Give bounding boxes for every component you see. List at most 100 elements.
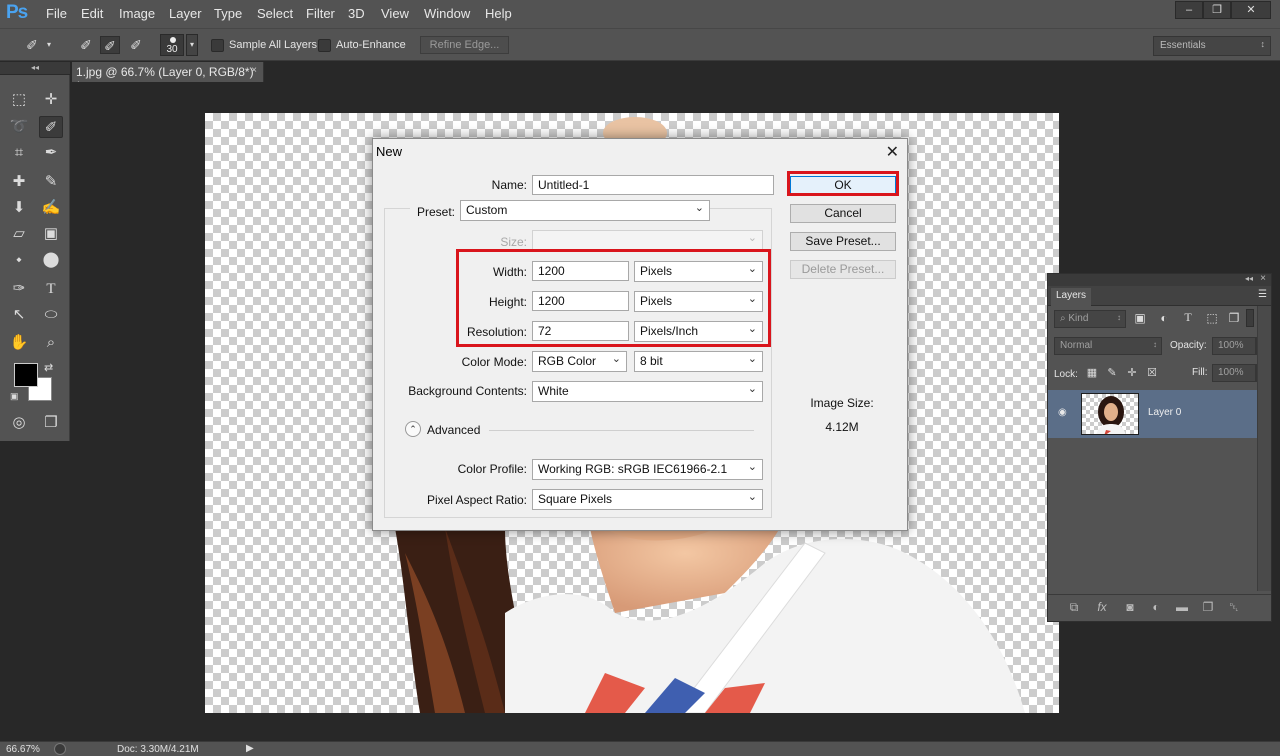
clone-stamp-tool-icon[interactable]: ⬇ <box>7 197 31 219</box>
gradient-tool-icon[interactable]: ▣ <box>39 223 63 245</box>
background-contents-select[interactable]: White ⌄ <box>532 381 763 402</box>
size-fields-highlight <box>456 249 771 347</box>
minimize-button[interactable]: – <box>1175 1 1203 19</box>
zoom-level[interactable]: 66.67% <box>6 744 40 755</box>
path-selection-tool-icon[interactable]: ↖ <box>7 304 31 326</box>
pen-tool-icon[interactable]: ✑ <box>7 278 31 300</box>
trash-icon[interactable]: ␡ <box>1226 600 1242 615</box>
layers-scrollbar[interactable] <box>1257 306 1271 591</box>
quick-mask-icon[interactable]: ◎ <box>7 412 31 434</box>
healing-brush-tool-icon[interactable]: ✚ <box>7 171 31 193</box>
new-group-icon[interactable]: ▬ <box>1174 600 1190 614</box>
cancel-button[interactable]: Cancel <box>790 204 896 223</box>
status-info-icon[interactable] <box>54 743 66 755</box>
lock-position-icon[interactable]: ✛ <box>1124 366 1140 379</box>
eraser-tool-icon[interactable]: ▱ <box>7 223 31 245</box>
default-colors-icon[interactable]: ▣ <box>10 391 20 401</box>
quick-selection-preset-icon[interactable]: ✐ <box>22 36 42 54</box>
type-tool-icon[interactable]: T <box>39 278 63 300</box>
refine-edge-button[interactable]: Refine Edge... <box>420 36 509 54</box>
panel-menu-icon[interactable]: ☰ <box>1258 289 1267 300</box>
menu-type[interactable]: Type <box>214 6 242 21</box>
updown-arrow-icon: ↕ <box>1117 313 1121 322</box>
menu-view[interactable]: View <box>381 6 409 21</box>
blur-tool-icon[interactable]: ⬩ <box>7 249 31 271</box>
menu-filter[interactable]: Filter <box>306 6 335 21</box>
status-menu-arrow-icon[interactable]: ▶ <box>246 743 254 754</box>
preset-dropdown-icon[interactable]: ▾ <box>44 36 54 54</box>
layer-name[interactable]: Layer 0 <box>1148 407 1181 418</box>
menu-image[interactable]: Image <box>119 6 155 21</box>
opacity-field[interactable]: 100% <box>1212 337 1256 355</box>
document-tab[interactable]: 1.jpg @ 66.7% (Layer 0, RGB/8*) * × <box>72 62 264 93</box>
swap-colors-icon[interactable]: ⇄ <box>44 361 53 374</box>
filter-toggle[interactable] <box>1246 309 1254 327</box>
restore-button[interactable]: ❐ <box>1203 1 1231 19</box>
menu-3d[interactable]: 3D <box>348 6 365 21</box>
bit-depth-select[interactable]: 8 bit ⌄ <box>634 351 763 372</box>
tools-panel-header[interactable]: ◂◂ <box>0 62 70 75</box>
filter-adjustment-icon[interactable]: ◐ <box>1156 311 1172 325</box>
close-panel-icon[interactable]: × <box>1260 273 1266 284</box>
screen-mode-icon[interactable]: ❐ <box>39 412 63 434</box>
color-mode-select[interactable]: RGB Color ⌄ <box>532 351 627 372</box>
menu-file[interactable]: File <box>46 6 67 21</box>
adjustment-layer-icon[interactable]: ◐ <box>1148 600 1164 614</box>
color-profile-select[interactable]: Working RGB: sRGB IEC61966-2.1 ⌄ <box>532 459 763 480</box>
brush-size-picker[interactable]: 30 <box>160 34 184 56</box>
marquee-tool-icon[interactable]: ⬚ <box>7 89 31 111</box>
history-brush-tool-icon[interactable]: ✍ <box>39 197 63 219</box>
new-selection-icon[interactable]: ✐ <box>76 36 96 54</box>
menu-select[interactable]: Select <box>257 6 293 21</box>
menu-edit[interactable]: Edit <box>81 6 103 21</box>
brush-picker-arrow-icon[interactable]: ▾ <box>186 34 198 56</box>
save-preset-button[interactable]: Save Preset... <box>790 232 896 251</box>
collapse-panel-icon[interactable]: ◂◂ <box>1245 274 1253 283</box>
foreground-color-swatch[interactable] <box>14 363 38 387</box>
ellipse-tool-icon[interactable]: ⬭ <box>39 304 63 326</box>
sample-all-layers-checkbox[interactable] <box>211 39 224 52</box>
crop-tool-icon[interactable]: ⌗ <box>7 142 31 164</box>
brush-tool-icon[interactable]: ✎ <box>39 171 63 193</box>
blend-mode-select[interactable]: Normal ↕ <box>1054 337 1162 355</box>
new-layer-icon[interactable]: ❐ <box>1200 600 1216 614</box>
pixel-aspect-ratio-select[interactable]: Square Pixels ⌄ <box>532 489 763 510</box>
layers-tab[interactable]: Layers <box>1051 288 1092 306</box>
close-document-icon[interactable]: × <box>251 65 257 76</box>
close-icon[interactable]: ✕ <box>886 142 899 162</box>
workspace-switcher[interactable]: Essentials ↕ <box>1153 36 1271 56</box>
advanced-label[interactable]: Advanced <box>427 423 480 437</box>
menu-layer[interactable]: Layer <box>169 6 202 21</box>
filter-pixel-icon[interactable]: ▣ <box>1132 311 1148 325</box>
zoom-tool-icon[interactable]: ⌕ <box>39 332 63 354</box>
preset-select[interactable]: Custom ⌄ <box>460 200 710 221</box>
lock-pixels-icon[interactable]: ✎ <box>1104 366 1120 379</box>
filter-smart-object-icon[interactable]: ❐ <box>1226 311 1242 325</box>
hand-tool-icon[interactable]: ✋ <box>7 332 31 354</box>
lock-all-icon[interactable]: ☒ <box>1144 366 1160 379</box>
eyedropper-tool-icon[interactable]: ✒ <box>39 142 63 164</box>
subtract-from-selection-icon[interactable]: ✐ <box>126 36 146 54</box>
lasso-tool-icon[interactable]: ➰ <box>7 116 31 138</box>
add-to-selection-icon[interactable]: ✐ <box>100 36 120 54</box>
add-mask-icon[interactable]: ◙ <box>1122 600 1138 614</box>
menu-window[interactable]: Window <box>424 6 470 21</box>
dodge-tool-icon[interactable]: ⬤ <box>39 249 63 271</box>
fx-icon[interactable]: fx <box>1094 600 1110 614</box>
layer-filter-select[interactable]: ⌕ Kind ↕ <box>1054 310 1126 328</box>
filter-shape-icon[interactable]: ⬚ <box>1204 311 1220 325</box>
layer-row[interactable]: ◉ Layer 0 <box>1048 390 1257 438</box>
auto-enhance-checkbox[interactable] <box>318 39 331 52</box>
fill-field[interactable]: 100% <box>1212 364 1256 382</box>
advanced-toggle-icon[interactable]: ⌃ <box>405 421 421 437</box>
preset-label: Preset: <box>416 205 455 219</box>
move-tool-icon[interactable]: ✛ <box>39 89 63 111</box>
name-field[interactable]: Untitled-1 <box>532 175 774 195</box>
close-window-button[interactable]: ✕ <box>1231 1 1271 19</box>
eye-icon[interactable]: ◉ <box>1058 407 1067 418</box>
lock-transparency-icon[interactable]: ▦ <box>1084 366 1100 379</box>
link-layers-icon[interactable]: ⧉ <box>1066 600 1082 615</box>
quick-selection-tool-icon[interactable]: ✐ <box>39 116 63 138</box>
filter-type-icon[interactable]: T <box>1180 310 1196 325</box>
menu-help[interactable]: Help <box>485 6 512 21</box>
